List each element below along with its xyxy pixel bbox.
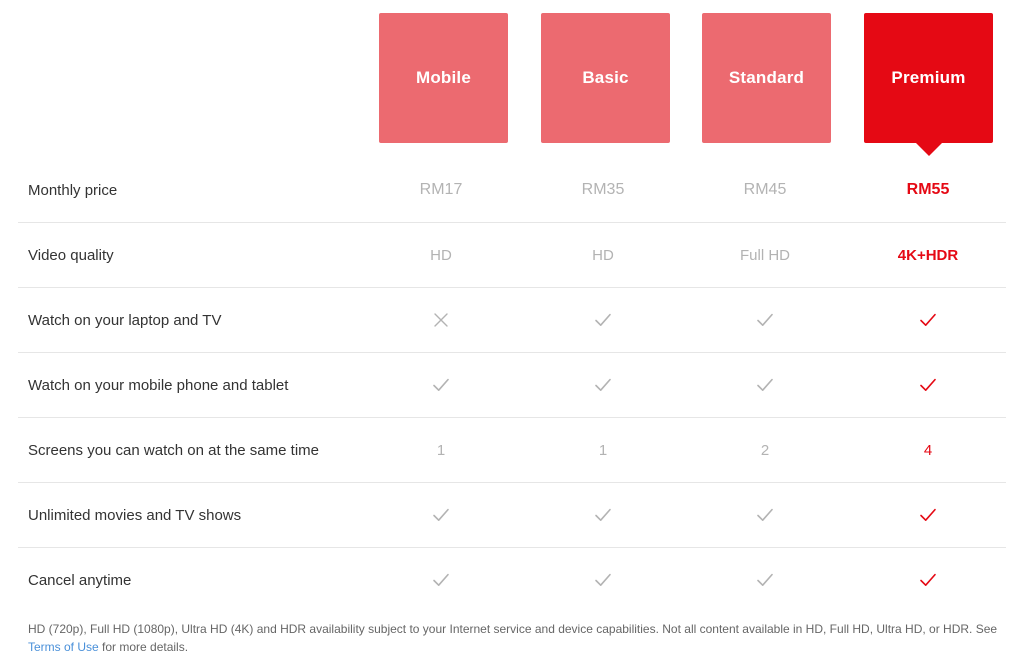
check-icon xyxy=(522,374,684,396)
footnote-text-part1: HD (720p), Full HD (1080p), Ultra HD (4K… xyxy=(28,622,998,636)
cell-value: RM17 xyxy=(419,181,463,198)
cell-value: Full HD xyxy=(739,246,790,264)
check-icon xyxy=(360,374,522,396)
cell-value: RM45 xyxy=(743,181,787,198)
check-icon xyxy=(846,374,1010,396)
table-row: Unlimited movies and TV shows xyxy=(18,482,1006,547)
table-row: Watch on your mobile phone and tablet xyxy=(18,352,1006,417)
check-icon xyxy=(846,504,1010,526)
check-icon xyxy=(684,309,846,331)
plan-name-premium: Premium xyxy=(891,68,966,87)
row-label: Video quality xyxy=(28,246,114,264)
check-icon xyxy=(684,569,846,591)
cell-value: RM35 xyxy=(581,181,625,198)
cell-value: 1 xyxy=(436,441,446,459)
footnote-text-part2: for more details. xyxy=(98,640,189,654)
check-icon xyxy=(846,569,1010,591)
table-row: Video quality HD HD Full HD 4K+HDR xyxy=(18,222,1006,287)
plan-header-standard[interactable]: Standard xyxy=(702,13,831,143)
cell-value: HD xyxy=(592,246,614,264)
check-icon xyxy=(522,309,684,331)
plan-header-row: Mobile Basic Standard Premium xyxy=(0,0,1024,158)
row-label: Screens you can watch on at the same tim… xyxy=(28,441,319,459)
plan-name-mobile: Mobile xyxy=(415,68,472,87)
plan-header-basic[interactable]: Basic xyxy=(541,13,670,143)
cell-value: 4K+HDR xyxy=(897,246,959,264)
row-label: Watch on your mobile phone and tablet xyxy=(28,376,289,394)
check-icon xyxy=(846,309,1010,331)
table-row: Watch on your laptop and TV xyxy=(18,287,1006,352)
check-icon xyxy=(360,504,522,526)
cell-value: HD xyxy=(430,246,452,264)
caret-down-icon xyxy=(914,142,943,156)
row-label: Unlimited movies and TV shows xyxy=(28,506,242,524)
terms-of-use-link[interactable]: Terms of Use xyxy=(28,640,99,654)
cross-icon xyxy=(360,309,522,331)
table-row: Cancel anytime xyxy=(18,547,1006,612)
cell-value: 1 xyxy=(598,441,608,459)
plan-header-mobile[interactable]: Mobile xyxy=(379,13,508,143)
row-label: Cancel anytime xyxy=(28,571,132,589)
footnote: HD (720p), Full HD (1080p), Ultra HD (4K… xyxy=(28,620,1000,656)
feature-rows: Monthly price RM17 RM35 RM45 RM55 Video quali… xyxy=(0,158,1024,612)
cell-value: RM55 xyxy=(906,181,950,198)
cell-value: 2 xyxy=(760,441,770,459)
check-icon xyxy=(360,569,522,591)
row-label: Monthly price xyxy=(28,181,118,199)
plan-name-basic: Basic xyxy=(582,68,629,87)
plan-comparison-table: Mobile Basic Standard Premium Monthly pr… xyxy=(0,0,1024,667)
table-row: Screens you can watch on at the same tim… xyxy=(18,417,1006,482)
row-label: Watch on your laptop and TV xyxy=(28,311,222,329)
check-icon xyxy=(522,504,684,526)
plan-name-standard: Standard xyxy=(728,68,805,87)
check-icon xyxy=(684,504,846,526)
table-row: Monthly price RM17 RM35 RM45 RM55 xyxy=(18,158,1006,222)
check-icon xyxy=(684,374,846,396)
plan-header-premium[interactable]: Premium xyxy=(864,13,993,156)
check-icon xyxy=(522,569,684,591)
cell-value: 4 xyxy=(923,441,933,459)
